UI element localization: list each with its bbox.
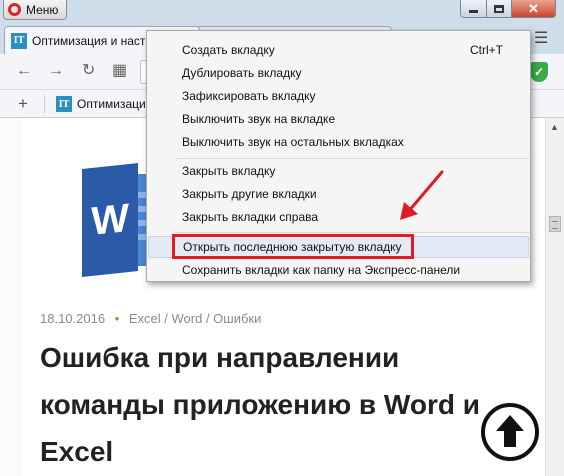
menu-separator bbox=[177, 158, 529, 159]
security-shield-icon[interactable]: ✓ bbox=[530, 62, 548, 82]
article-meta: 18.10.2016 • Excel / Word / Ошибки bbox=[40, 311, 261, 326]
reload-icon[interactable]: ↻ bbox=[82, 62, 95, 80]
scroll-to-top-button[interactable] bbox=[481, 403, 539, 461]
arrow-up-stem bbox=[504, 429, 516, 447]
bookmarks-divider bbox=[44, 95, 45, 113]
article-date: 18.10.2016 bbox=[40, 311, 106, 326]
meta-separator: • bbox=[114, 311, 120, 326]
minimize-button[interactable] bbox=[460, 0, 487, 18]
maximize-button[interactable] bbox=[486, 0, 512, 18]
highlight-box bbox=[172, 234, 414, 259]
menu-item-save-tabs-speed-dial[interactable]: Сохранить вкладки как папку на Экспресс-… bbox=[148, 259, 529, 281]
minimize-icon bbox=[469, 10, 478, 13]
menu-item-pin-tab[interactable]: Зафиксировать вкладку bbox=[148, 85, 529, 107]
page-left-margin bbox=[0, 118, 22, 476]
forward-icon[interactable]: → bbox=[48, 62, 64, 80]
menu-item-close-tabs-right[interactable]: Закрыть вкладки справа bbox=[148, 206, 529, 228]
menu-item-label: Закрыть другие вкладки bbox=[182, 187, 317, 201]
menu-item-new-tab[interactable]: Создать вкладку Ctrl+T bbox=[148, 39, 529, 61]
menu-item-label: Сохранить вкладки как папку на Экспресс-… bbox=[182, 263, 461, 277]
site-favicon-icon: IT bbox=[11, 32, 27, 49]
menu-item-label: Выключить звук на остальных вкладках bbox=[182, 135, 404, 149]
opera-menu-button[interactable]: Меню bbox=[3, 0, 68, 20]
speed-dial-icon[interactable]: ▦ bbox=[112, 62, 127, 80]
opera-menu-label: Меню bbox=[26, 2, 59, 17]
tab-label: Оптимизация и настр bbox=[32, 33, 153, 48]
menu-item-mute-tab[interactable]: Выключить звук на вкладке bbox=[148, 108, 529, 130]
scroll-thumb[interactable] bbox=[549, 216, 561, 232]
close-icon: ✕ bbox=[528, 0, 539, 16]
menu-separator bbox=[177, 232, 529, 233]
menu-item-label: Закрыть вкладки справа bbox=[182, 210, 319, 224]
menu-item-shortcut: Ctrl+T bbox=[470, 43, 503, 57]
article-categories[interactable]: Excel / Word / Ошибки bbox=[129, 311, 261, 326]
menu-item-label: Зафиксировать вкладку bbox=[182, 89, 316, 103]
scroll-up-icon[interactable]: ▲ bbox=[550, 122, 559, 132]
close-window-button[interactable]: ✕ bbox=[511, 0, 556, 18]
red-arrow-icon bbox=[400, 170, 444, 220]
opera-logo-icon bbox=[8, 3, 21, 16]
menu-item-close-other-tabs[interactable]: Закрыть другие вкладки bbox=[148, 183, 529, 205]
title-bar: Меню ✕ bbox=[0, 0, 564, 22]
bookmark-favicon-icon: IT bbox=[56, 96, 72, 112]
menu-item-label: Закрыть вкладку bbox=[182, 164, 276, 178]
menu-item-label: Создать вкладку bbox=[182, 43, 275, 57]
bookmark-label: Оптимизаци bbox=[77, 97, 146, 111]
add-bookmark-icon[interactable]: + bbox=[18, 94, 28, 114]
menu-item-label: Дублировать вкладку bbox=[182, 66, 302, 80]
page-scrollbar[interactable]: ▲ bbox=[545, 118, 564, 476]
menu-item-mute-other-tabs[interactable]: Выключить звук на остальных вкладках bbox=[148, 131, 529, 153]
bookmark-item[interactable]: IT Оптимизаци bbox=[56, 96, 146, 112]
tab-menu-icon[interactable]: ☰ bbox=[534, 28, 548, 48]
word-logo-letter: W bbox=[82, 163, 138, 277]
article-title: Ошибка при направлении команды приложени… bbox=[40, 342, 480, 467]
menu-item-close-tab[interactable]: Закрыть вкладку bbox=[148, 160, 529, 182]
back-icon[interactable]: ← bbox=[16, 62, 32, 80]
tab-context-menu: Создать вкладку Ctrl+T Дублировать вклад… bbox=[146, 30, 531, 282]
maximize-icon bbox=[494, 4, 504, 13]
menu-item-duplicate-tab[interactable]: Дублировать вкладку bbox=[148, 62, 529, 84]
menu-item-label: Выключить звук на вкладке bbox=[182, 112, 336, 126]
